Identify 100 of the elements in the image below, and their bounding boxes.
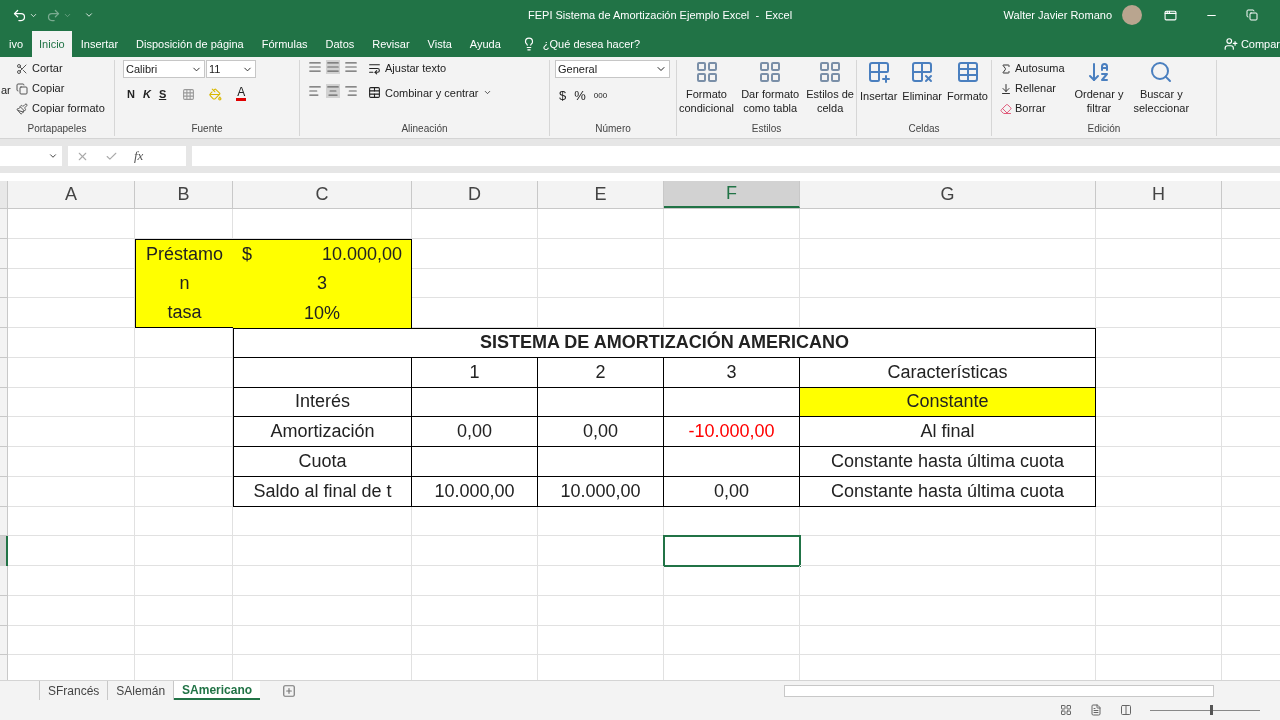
table-cell[interactable]: n (135, 268, 233, 299)
number-format-field[interactable]: General (555, 60, 670, 78)
select-all-corner[interactable] (0, 181, 8, 208)
align-right-icon[interactable] (344, 83, 358, 98)
styles-icon[interactable] (694, 60, 719, 84)
table-cell[interactable]: -10.000,00 (664, 417, 800, 447)
table-cell[interactable] (412, 387, 538, 418)
avatar[interactable] (1122, 5, 1142, 25)
clipboard-button[interactable]: Copiar (32, 80, 65, 97)
table-cell[interactable]: SISTEMA DE AMORTIZACIÓN AMERICANO (233, 328, 1096, 358)
table-cell[interactable]: Saldo al final de t (233, 476, 412, 507)
table-cell[interactable] (233, 357, 412, 388)
font-style-button[interactable]: N (127, 86, 135, 103)
ribbon-tab[interactable]: Datos (316, 31, 364, 57)
editing-button[interactable]: Buscar y seleccionar (1133, 87, 1190, 115)
table-cell[interactable] (538, 447, 664, 477)
undo-icon[interactable] (12, 7, 27, 23)
insert-cells-icon[interactable] (866, 60, 891, 84)
delete-cells-icon[interactable] (910, 60, 935, 84)
align-center-icon[interactable] (326, 83, 340, 98)
table-cell[interactable]: 0,00 (664, 476, 800, 507)
customize-icon[interactable] (84, 10, 94, 20)
editing-button[interactable]: Rellenar (1015, 80, 1056, 97)
font-style-button[interactable]: K (142, 86, 151, 103)
table-cell[interactable] (412, 447, 538, 477)
styles-button[interactable]: Estilos de celda (806, 87, 854, 115)
column-header[interactable]: C (233, 181, 412, 208)
ribbon-tab[interactable]: Disposición de página (127, 31, 253, 57)
insert-function-button[interactable]: fx (134, 146, 144, 166)
styles-button[interactable]: Dar formato como tabla (741, 87, 800, 115)
font-family-field[interactable]: Calibri (123, 60, 205, 78)
column-header[interactable]: D (412, 181, 538, 208)
ribbon-tab[interactable]: ivo (0, 31, 33, 57)
editing-button[interactable]: Autosuma (1015, 60, 1065, 77)
font-color-button[interactable]: A (236, 87, 247, 102)
column-header[interactable]: B (135, 181, 233, 208)
clipboard-button[interactable]: Copiar formato (32, 100, 105, 117)
page-layout-icon[interactable] (1090, 704, 1102, 716)
ribbon-tab[interactable]: Vista (418, 31, 461, 57)
table-icon[interactable] (955, 60, 980, 84)
table-cell[interactable]: Amortización (233, 417, 412, 447)
number-format-button[interactable]: $ (559, 86, 567, 106)
table-cell[interactable]: Constante hasta última cuota (800, 476, 1096, 507)
copy-icon[interactable] (16, 82, 28, 95)
align-middle-icon[interactable] (326, 60, 340, 74)
borders-icon[interactable] (182, 87, 196, 101)
table-cell[interactable]: 2 (538, 357, 664, 388)
table-cell[interactable]: Préstamo (135, 238, 233, 269)
table-cell[interactable]: Constante hasta última cuota (800, 447, 1096, 477)
page-break-icon[interactable] (1120, 704, 1132, 716)
fill-down-icon[interactable] (1000, 82, 1012, 95)
scissors-icon[interactable] (16, 62, 28, 75)
align-left-icon[interactable] (308, 83, 322, 98)
row-header[interactable] (0, 536, 8, 566)
table-cell[interactable]: Constante (800, 387, 1096, 418)
caret-icon[interactable] (48, 151, 58, 161)
paste-button[interactable]: ar (0, 60, 14, 117)
align-top-icon[interactable] (308, 60, 322, 74)
table-cell[interactable]: Características (800, 357, 1096, 388)
ribbon-tab[interactable]: Ayuda (460, 31, 510, 57)
merge-center-button[interactable]: Combinar y centrar (385, 84, 479, 101)
number-format-button[interactable]: 000 (593, 89, 608, 102)
fill-color-icon[interactable] (209, 87, 223, 101)
clipboard-button[interactable]: Cortar (32, 60, 63, 77)
table-cell[interactable]: 10.000,00 (412, 476, 538, 507)
share-icon[interactable] (1223, 37, 1238, 51)
editing-button[interactable]: Borrar (1015, 100, 1046, 117)
number-format-button[interactable]: % (574, 86, 586, 106)
cells-button[interactable]: Insertar (860, 88, 898, 105)
styles-icon[interactable] (818, 60, 843, 84)
search-icon[interactable] (1149, 60, 1174, 84)
new-sheet-icon[interactable] (282, 683, 297, 698)
sheet-tab[interactable]: SAmericano (174, 681, 261, 700)
merge-icon[interactable] (368, 86, 381, 100)
paintbrush-icon[interactable] (16, 102, 28, 115)
normal-view-icon[interactable] (1060, 704, 1072, 716)
sigma-icon[interactable] (1000, 62, 1012, 75)
ribbon-tab[interactable]: Revisar (363, 31, 419, 57)
restore-icon[interactable] (1246, 9, 1258, 21)
tell-me-field[interactable]: ¿Qué desea hacer? (542, 31, 641, 57)
ribbon-tab[interactable]: Fórmulas (252, 31, 317, 57)
table-cell[interactable]: 0,00 (538, 417, 664, 447)
wrap-text-button[interactable]: Ajustar texto (385, 60, 447, 77)
align-bottom-icon[interactable] (344, 60, 358, 74)
zoom-thumb[interactable] (1209, 705, 1213, 715)
column-header[interactable]: A (8, 181, 135, 208)
font-size-field[interactable]: 11 (206, 60, 256, 78)
eraser-icon[interactable] (1000, 102, 1012, 115)
font-style-button[interactable]: S (158, 86, 167, 103)
table-cell[interactable]: 3 (664, 357, 800, 388)
table-cell[interactable]: Cuota (233, 447, 412, 477)
sort-icon[interactable] (1087, 60, 1111, 84)
table-cell[interactable]: tasa (135, 298, 233, 328)
table-cell[interactable]: 0,00 (412, 417, 538, 447)
ribbon-tab[interactable]: Inicio (32, 31, 72, 57)
zoom-slider[interactable] (1150, 705, 1260, 715)
table-cell[interactable]: 10% (233, 298, 412, 328)
styles-icon[interactable] (758, 60, 783, 84)
column-header[interactable]: G (800, 181, 1096, 208)
table-cell[interactable]: 1 (412, 357, 538, 388)
